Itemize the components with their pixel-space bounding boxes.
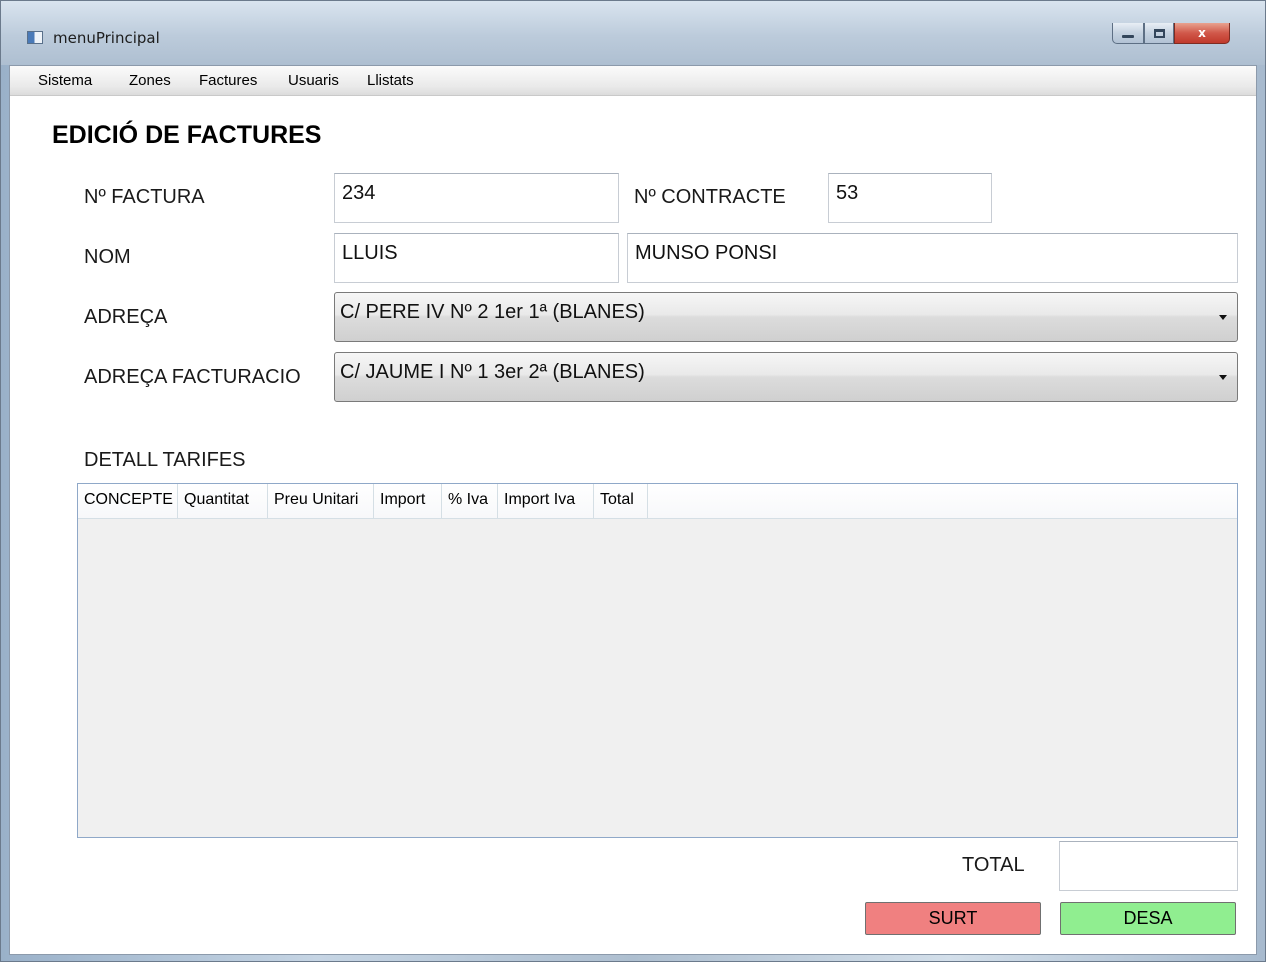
total-field[interactable] (1059, 841, 1238, 891)
tariff-grid[interactable]: CONCEPTE Quantitat Preu Unitari Import %… (77, 483, 1238, 838)
name-label: NOM (84, 246, 131, 268)
column-header-iva-percent[interactable]: % Iva (442, 484, 498, 518)
save-button[interactable]: DESA (1060, 902, 1236, 935)
address-label: ADREÇA (84, 306, 168, 328)
maximize-icon (1153, 28, 1165, 38)
tariff-detail-label: DETALL TARIFES (84, 449, 246, 471)
contract-number-label: Nº CONTRACTE (634, 186, 786, 208)
menu-factures[interactable]: Factures (199, 72, 257, 89)
app-window: menuPrincipal x Sistema Zones Factures U… (0, 0, 1266, 962)
menu-sistema[interactable]: Sistema (38, 72, 92, 89)
column-header-import[interactable]: Import (374, 484, 442, 518)
address-selected-value: C/ PERE IV Nº 2 1er 1ª (BLANES) (340, 301, 645, 323)
app-icon (27, 31, 43, 44)
last-name-field[interactable]: MUNSO PONSI (627, 233, 1238, 283)
menu-llistats[interactable]: Llistats (367, 72, 414, 89)
column-header-total[interactable]: Total (594, 484, 648, 518)
client-area: Sistema Zones Factures Usuaris Llistats … (9, 65, 1257, 955)
exit-button[interactable]: SURT (865, 902, 1041, 935)
close-icon: x (1198, 26, 1206, 40)
minimize-icon (1122, 34, 1134, 38)
title-bar[interactable]: menuPrincipal x (1, 1, 1265, 65)
billing-address-selected-value: C/ JAUME I Nº 1 3er 2ª (BLANES) (340, 361, 645, 383)
menu-usuaris[interactable]: Usuaris (288, 72, 339, 89)
total-label: TOTAL (962, 854, 1025, 876)
address-select[interactable]: C/ PERE IV Nº 2 1er 1ª (BLANES) (334, 292, 1238, 342)
first-name-field[interactable]: LLUIS (334, 233, 619, 283)
minimize-button[interactable] (1112, 23, 1144, 44)
close-button[interactable]: x (1174, 23, 1230, 44)
menu-zones[interactable]: Zones (129, 72, 171, 89)
billing-address-label: ADREÇA FACTURACIO (84, 366, 301, 388)
page-title: EDICIÓ DE FACTURES (52, 121, 322, 149)
dropdown-arrow-icon (1219, 375, 1227, 380)
menu-bar: Sistema Zones Factures Usuaris Llistats (10, 66, 1256, 96)
contract-number-field[interactable]: 53 (828, 173, 992, 223)
dropdown-arrow-icon (1219, 315, 1227, 320)
column-header-quantitat[interactable]: Quantitat (178, 484, 268, 518)
billing-address-select[interactable]: C/ JAUME I Nº 1 3er 2ª (BLANES) (334, 352, 1238, 402)
invoice-number-field[interactable]: 234 (334, 173, 619, 223)
invoice-number-label: Nº FACTURA (84, 186, 205, 208)
column-header-preu-unitari[interactable]: Preu Unitari (268, 484, 374, 518)
column-header-import-iva[interactable]: Import Iva (498, 484, 594, 518)
maximize-button[interactable] (1144, 23, 1174, 44)
column-header-concepte[interactable]: CONCEPTE (78, 484, 178, 518)
window-title: menuPrincipal (53, 29, 160, 47)
grid-header: CONCEPTE Quantitat Preu Unitari Import %… (78, 484, 1237, 519)
